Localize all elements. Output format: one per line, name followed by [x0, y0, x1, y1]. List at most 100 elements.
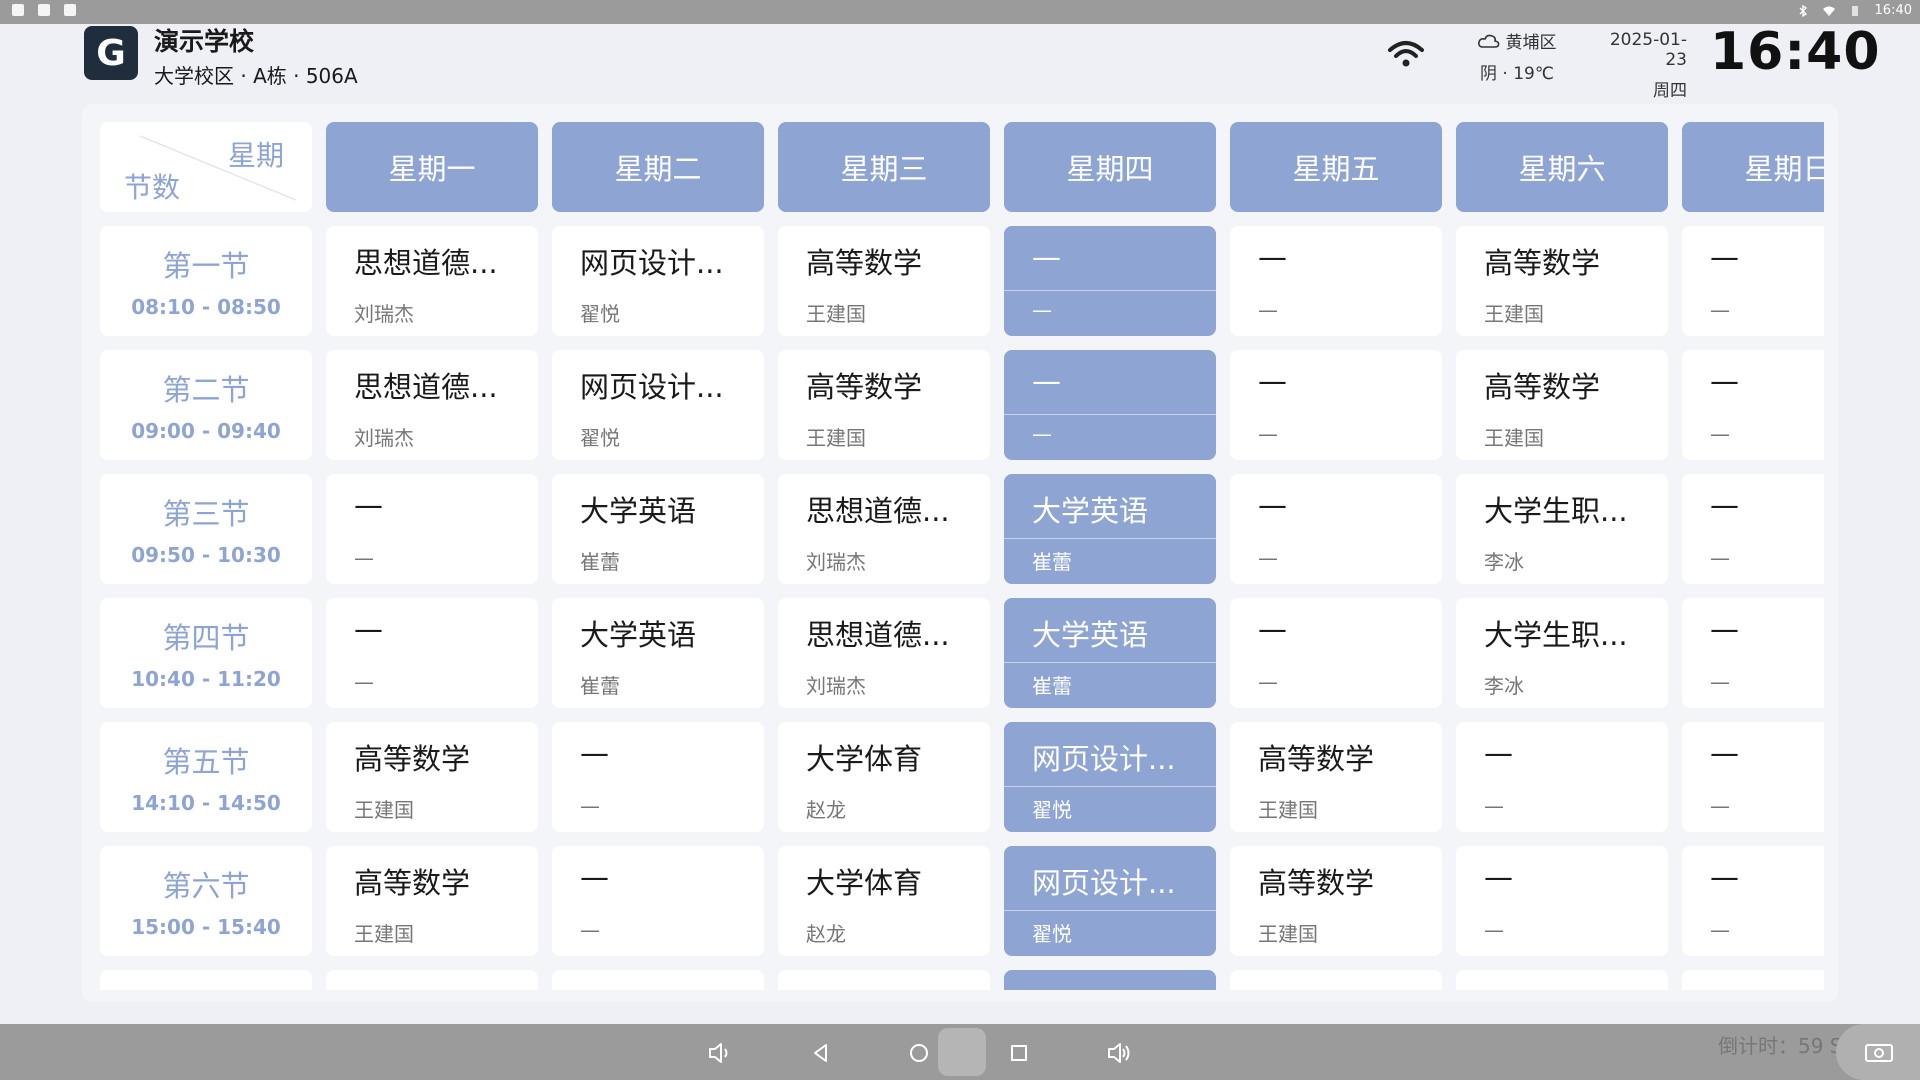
period-time: 15:00 - 15:40 [131, 915, 281, 939]
teacher-name: 刘瑞杰 [354, 302, 414, 326]
cell-divider [1004, 414, 1216, 415]
recents-icon[interactable] [1006, 1040, 1032, 1066]
course-cell[interactable] [1230, 970, 1442, 990]
course-cell[interactable]: 高等数学 王建国 [1456, 350, 1668, 460]
course-cell[interactable]: — — [1456, 722, 1668, 832]
course-name: 大学英语 [1032, 618, 1149, 652]
course-cell[interactable]: — — [1682, 350, 1824, 460]
course-cell[interactable]: 大学生职... 李冰 [1456, 474, 1668, 584]
course-name: 大学英语 [580, 494, 697, 528]
course-cell[interactable]: 大学英语 崔蕾 [552, 474, 764, 584]
course-name: — [1484, 860, 1513, 894]
period-label: 第二节 09:00 - 09:40 [100, 350, 312, 460]
bluetooth-icon [1799, 4, 1807, 17]
course-name: 思想道德... [806, 618, 950, 652]
course-cell[interactable]: — — [326, 474, 538, 584]
course-cell[interactable]: — — [1682, 474, 1824, 584]
course-cell[interactable]: 思想道德... 刘瑞杰 [326, 226, 538, 336]
course-cell[interactable]: 大学生职... 李冰 [1456, 598, 1668, 708]
course-cell[interactable]: — — [1004, 226, 1216, 336]
course-cell[interactable] [1456, 970, 1668, 990]
course-cell[interactable]: 大学英语 崔蕾 [552, 598, 764, 708]
system-status-bar: 16:40 [0, 0, 1920, 24]
course-cell[interactable]: 思想道德... 刘瑞杰 [326, 350, 538, 460]
course-name: 高等数学 [1258, 742, 1375, 776]
course-name: 高等数学 [354, 742, 471, 776]
period-name: 第五节 [162, 745, 250, 779]
course-cell[interactable]: — — [1230, 226, 1442, 336]
volume-down-icon[interactable] [706, 1040, 732, 1066]
period-name: 第二节 [162, 373, 250, 407]
course-cell[interactable]: 大学英语 崔蕾 [1004, 598, 1216, 708]
teacher-name: 王建国 [1258, 922, 1318, 946]
period-name: 第六节 [162, 869, 250, 903]
classroom-location: 大学校区 · A栋 · 506A [154, 64, 358, 88]
course-cell[interactable]: — — [1682, 846, 1824, 956]
course-cell[interactable]: — — [1682, 598, 1824, 708]
period-time: 09:50 - 10:30 [131, 543, 281, 567]
course-cell[interactable]: — — [1682, 722, 1824, 832]
course-cell[interactable] [1004, 970, 1216, 990]
course-cell[interactable] [778, 970, 990, 990]
course-cell[interactable]: — — [1230, 474, 1442, 584]
course-cell[interactable]: — — [552, 722, 764, 832]
course-cell[interactable] [326, 970, 538, 990]
course-name: — [1484, 736, 1513, 770]
course-cell[interactable] [552, 970, 764, 990]
course-name: 高等数学 [1484, 246, 1601, 280]
school-name: 演示学校 [154, 27, 255, 56]
course-cell[interactable]: 思想道德... 刘瑞杰 [778, 598, 990, 708]
course-cell[interactable]: 网页设计... 翟悦 [552, 350, 764, 460]
day-header: 星期一 [326, 122, 538, 212]
course-cell[interactable]: 高等数学 王建国 [1230, 846, 1442, 956]
course-cell[interactable]: 高等数学 王建国 [326, 846, 538, 956]
teacher-name: — [1710, 794, 1730, 818]
course-cell[interactable]: — — [552, 846, 764, 956]
course-cell[interactable]: 网页设计... 翟悦 [1004, 846, 1216, 956]
course-cell[interactable] [1682, 970, 1824, 990]
wifi-status-icon [1822, 6, 1835, 16]
course-cell[interactable]: — — [1004, 350, 1216, 460]
cell-divider [1004, 786, 1216, 787]
period-label [100, 970, 312, 990]
teacher-name: 翟悦 [580, 302, 620, 326]
course-cell[interactable]: — — [326, 598, 538, 708]
teacher-name: 刘瑞杰 [806, 674, 866, 698]
volume-up-icon[interactable] [1106, 1040, 1132, 1066]
course-cell[interactable]: — — [1682, 226, 1824, 336]
timetable-grid[interactable]: 星期 节数 星期一 星期二 星期三 星期四 星期五 星期六 星期日 第一节 08:10 - 08… [100, 122, 1824, 990]
day-header: 星期三 [778, 122, 990, 212]
course-name: — [1032, 364, 1061, 398]
date-text: 2025-01-23 [1609, 30, 1687, 70]
school-logo: G [84, 26, 138, 80]
course-cell[interactable]: 高等数学 王建国 [1456, 226, 1668, 336]
course-cell[interactable]: 网页设计... 翟悦 [552, 226, 764, 336]
course-cell[interactable]: 大学英语 崔蕾 [1004, 474, 1216, 584]
course-cell[interactable]: 大学体育 赵龙 [778, 846, 990, 956]
course-cell[interactable]: 高等数学 王建国 [326, 722, 538, 832]
course-name: 大学体育 [806, 866, 923, 900]
day-header: 星期四 [1004, 122, 1216, 212]
course-cell[interactable]: 大学体育 赵龙 [778, 722, 990, 832]
course-cell[interactable]: — — [1230, 350, 1442, 460]
screenshot-button[interactable] [1836, 1024, 1920, 1080]
teacher-name: — [354, 546, 374, 570]
wifi-icon [1388, 41, 1424, 67]
back-icon[interactable] [808, 1040, 834, 1066]
cloud-icon [1477, 34, 1499, 48]
course-cell[interactable]: — — [1230, 598, 1442, 708]
course-cell[interactable]: 思想道德... 刘瑞杰 [778, 474, 990, 584]
course-cell[interactable]: — — [1456, 846, 1668, 956]
course-cell[interactable]: 高等数学 王建国 [778, 226, 990, 336]
course-name: 网页设计... [580, 370, 724, 404]
course-cell[interactable]: 网页设计... 翟悦 [1004, 722, 1216, 832]
course-name: 网页设计... [1032, 742, 1176, 776]
home-icon[interactable] [906, 1040, 932, 1066]
countdown-timer: 倒计时：59 S [1718, 1034, 1843, 1058]
course-cell[interactable]: 高等数学 王建国 [778, 350, 990, 460]
course-cell[interactable]: 高等数学 王建国 [1230, 722, 1442, 832]
teacher-name: 赵龙 [806, 922, 846, 946]
day-header: 星期六 [1456, 122, 1668, 212]
status-right: 16:40 [1797, 3, 1912, 18]
camera-icon [1865, 1044, 1893, 1062]
